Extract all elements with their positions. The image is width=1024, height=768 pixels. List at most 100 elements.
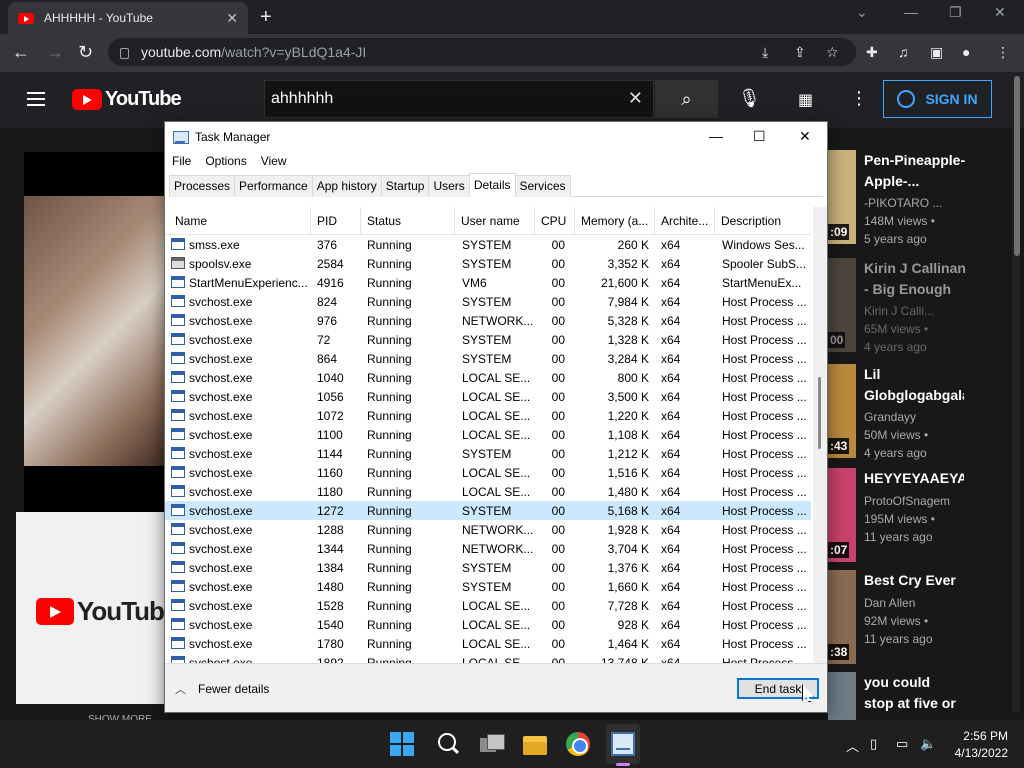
tab-details[interactable]: Details — [468, 173, 516, 197]
table-row[interactable]: svchost.exe 1180 Running LOCAL SE... 00 1,480… — [165, 482, 811, 501]
video-thumbnail[interactable]: 00 — [828, 258, 856, 352]
tab-close-icon[interactable]: ✕ — [226, 10, 238, 27]
bookmark-star-icon[interactable]: ☆ — [826, 44, 839, 61]
tab-app-history[interactable]: App history — [311, 175, 382, 197]
side-panel-icon[interactable]: ▣ — [930, 44, 943, 61]
forward-icon[interactable]: → — [46, 42, 64, 63]
apps-grid-icon[interactable]: ▦ — [798, 90, 813, 110]
table-row[interactable]: svchost.exe 824 Running SYSTEM 00 7,984 K x64 H… — [165, 292, 811, 311]
youtube-logo[interactable]: YouTube — [72, 88, 182, 111]
table-row[interactable]: svchost.exe 976 Running NETWORK... 00 5,328 K… — [165, 311, 811, 330]
table-row[interactable]: svchost.exe 72 Running SYSTEM 00 1,328 K x64 Ho… — [165, 330, 811, 349]
tab-performance[interactable]: Performance — [234, 175, 313, 197]
table-row[interactable]: svchost.exe 1160 Running LOCAL SE... 00 1,516… — [165, 463, 811, 482]
network-icon[interactable]: ▭ — [896, 736, 908, 752]
table-row[interactable]: svchost.exe 1040 Running LOCAL SE... 00 800 K… — [165, 368, 811, 387]
tab-users[interactable]: Users — [428, 175, 470, 197]
tab-search-icon[interactable]: ⌄ — [856, 4, 868, 21]
table-row[interactable]: svchost.exe 1100 Running LOCAL SE... 00 1,108… — [165, 425, 811, 444]
address-bar[interactable]: youtube.com/watch?v=yBLdQ1a4-JI — [108, 38, 856, 66]
chrome-icon[interactable] — [566, 732, 590, 756]
video-title[interactable]: you could stop at five or six... — [864, 672, 960, 714]
video-title[interactable]: Kirin J Callinan - Big Enough — [864, 258, 968, 300]
table-row[interactable]: svchost.exe 1384 Running SYSTEM 00 1,376 K x64… — [165, 558, 811, 577]
video-player[interactable] — [24, 152, 166, 512]
table-row[interactable]: svchost.exe 1072 Running LOCAL SE... 00 1,220… — [165, 406, 811, 425]
restore-icon[interactable]: ❐ — [949, 4, 962, 21]
microphone-icon[interactable]: 🎙 — [738, 88, 761, 109]
table-row[interactable]: svchost.exe 1528 Running LOCAL SE... 00 7,728… — [165, 596, 811, 615]
video-title[interactable]: Lil Globglogabgalab — [864, 364, 964, 406]
video-thumbnail[interactable]: :38 — [828, 570, 856, 664]
table-row[interactable]: svchost.exe 1540 Running LOCAL SE... 00 928 K… — [165, 615, 811, 634]
video-thumbnail[interactable]: :43 — [828, 364, 856, 458]
table-row[interactable]: smss.exe 376 Running SYSTEM 00 260 K x64 Window… — [165, 235, 811, 254]
column-header-cpu[interactable]: CPU — [535, 207, 575, 235]
column-header-memory[interactable]: Memory (a... — [575, 207, 655, 235]
close-icon[interactable]: ✕ — [799, 128, 811, 145]
table-row[interactable]: svchost.exe 1892 Running LOCAL SE... 00 13,74… — [165, 653, 811, 663]
table-row[interactable]: svchost.exe 1272 Running SYSTEM 00 5,168 K x64… — [165, 501, 811, 520]
table-row[interactable]: svchost.exe 1056 Running LOCAL SE... 00 3,500… — [165, 387, 811, 406]
start-menu-icon[interactable] — [390, 732, 414, 756]
minimize-icon[interactable]: — — [904, 4, 918, 20]
column-header-architecture[interactable]: Archite... — [655, 207, 715, 235]
task-manager-taskbar-icon[interactable] — [611, 732, 635, 756]
table-row[interactable]: svchost.exe 1780 Running LOCAL SE... 00 1,464… — [165, 634, 811, 653]
volume-icon[interactable]: 🔈 — [920, 736, 936, 752]
sign-in-button[interactable]: SIGN IN — [883, 80, 992, 118]
fewer-details-button[interactable]: ︿ Fewer details — [175, 681, 269, 697]
menu-view[interactable]: View — [254, 152, 294, 172]
column-header-user[interactable]: User name — [455, 207, 535, 235]
browser-tab[interactable]: AHHHHH - YouTube ✕ — [8, 2, 248, 34]
task-view-icon[interactable] — [480, 732, 505, 756]
share-icon[interactable]: ⇪ — [794, 44, 806, 61]
taskbar-search-icon[interactable] — [436, 731, 460, 755]
channel-name[interactable]: -PIKOTARO ... — [864, 196, 942, 210]
video-thumbnail[interactable]: :07 — [828, 468, 856, 562]
more-options-icon[interactable]: ⋮ — [850, 88, 868, 109]
table-row[interactable]: spoolsv.exe 2584 Running SYSTEM 00 3,352 K x64… — [165, 254, 811, 273]
media-control-icon[interactable]: ♫ — [898, 44, 909, 60]
reload-icon[interactable]: ↻ — [78, 42, 93, 63]
video-title[interactable]: HEYYEYAAEYAAAEY — [864, 468, 964, 489]
column-header-status[interactable]: Status — [361, 207, 455, 235]
clear-search-icon[interactable]: ✕ — [628, 88, 643, 109]
video-thumbnail[interactable]: :09 — [828, 150, 856, 244]
task-manager-titlebar[interactable]: Task Manager — ☐ ✕ — [165, 122, 827, 152]
video-thumbnail[interactable] — [828, 672, 856, 720]
search-button[interactable]: ⌕ — [655, 80, 718, 118]
file-explorer-icon[interactable] — [523, 732, 547, 756]
page-scrollbar-thumb[interactable] — [1014, 76, 1020, 256]
channel-name[interactable]: Kirin J Calli... — [864, 304, 934, 318]
table-row[interactable]: svchost.exe 1144 Running SYSTEM 00 1,212 K x64… — [165, 444, 811, 463]
table-row[interactable]: svchost.exe 1344 Running NETWORK... 00 3,704 … — [165, 539, 811, 558]
hamburger-menu-icon[interactable] — [27, 92, 45, 106]
column-header-name[interactable]: ⌃ Name — [169, 207, 311, 235]
column-header-pid[interactable]: PID — [311, 207, 361, 235]
channel-name[interactable]: Dan Allen — [864, 596, 915, 610]
column-header-description[interactable]: Description — [715, 207, 811, 235]
tab-services[interactable]: Services — [514, 175, 571, 197]
video-title[interactable]: Pen-Pineapple-Apple-... — [864, 150, 968, 192]
maximize-icon[interactable]: ☐ — [753, 128, 766, 145]
new-tab-icon[interactable]: + — [260, 6, 272, 29]
chrome-menu-icon[interactable]: ⋮ — [996, 44, 1010, 61]
table-row[interactable]: svchost.exe 1288 Running NETWORK... 00 1,928 … — [165, 520, 811, 539]
battery-icon[interactable]: ▯ — [870, 736, 877, 752]
show-hidden-icons-icon[interactable]: ︿ — [846, 736, 859, 755]
table-row[interactable]: svchost.exe 864 Running SYSTEM 00 3,284 K x64 H… — [165, 349, 811, 368]
channel-name[interactable]: Grandayy — [864, 410, 916, 424]
menu-file[interactable]: File — [165, 152, 198, 172]
extensions-icon[interactable]: ✚ — [866, 44, 878, 61]
back-icon[interactable]: ← — [12, 42, 30, 63]
channel-name[interactable]: ProtoOfSnagem — [864, 494, 950, 508]
system-clock[interactable]: 2:56 PM 4/13/2022 — [950, 728, 1008, 762]
table-scrollbar-thumb[interactable] — [818, 377, 821, 449]
profile-icon[interactable]: ● — [962, 44, 970, 60]
menu-options[interactable]: Options — [198, 152, 253, 172]
table-row[interactable]: StartMenuExperienc... 4916 Running VM6 00 21,… — [165, 273, 811, 292]
minimize-icon[interactable]: — — [709, 128, 723, 144]
close-window-icon[interactable]: ✕ — [994, 4, 1006, 21]
table-row[interactable]: svchost.exe 1480 Running SYSTEM 00 1,660 K x64… — [165, 577, 811, 596]
